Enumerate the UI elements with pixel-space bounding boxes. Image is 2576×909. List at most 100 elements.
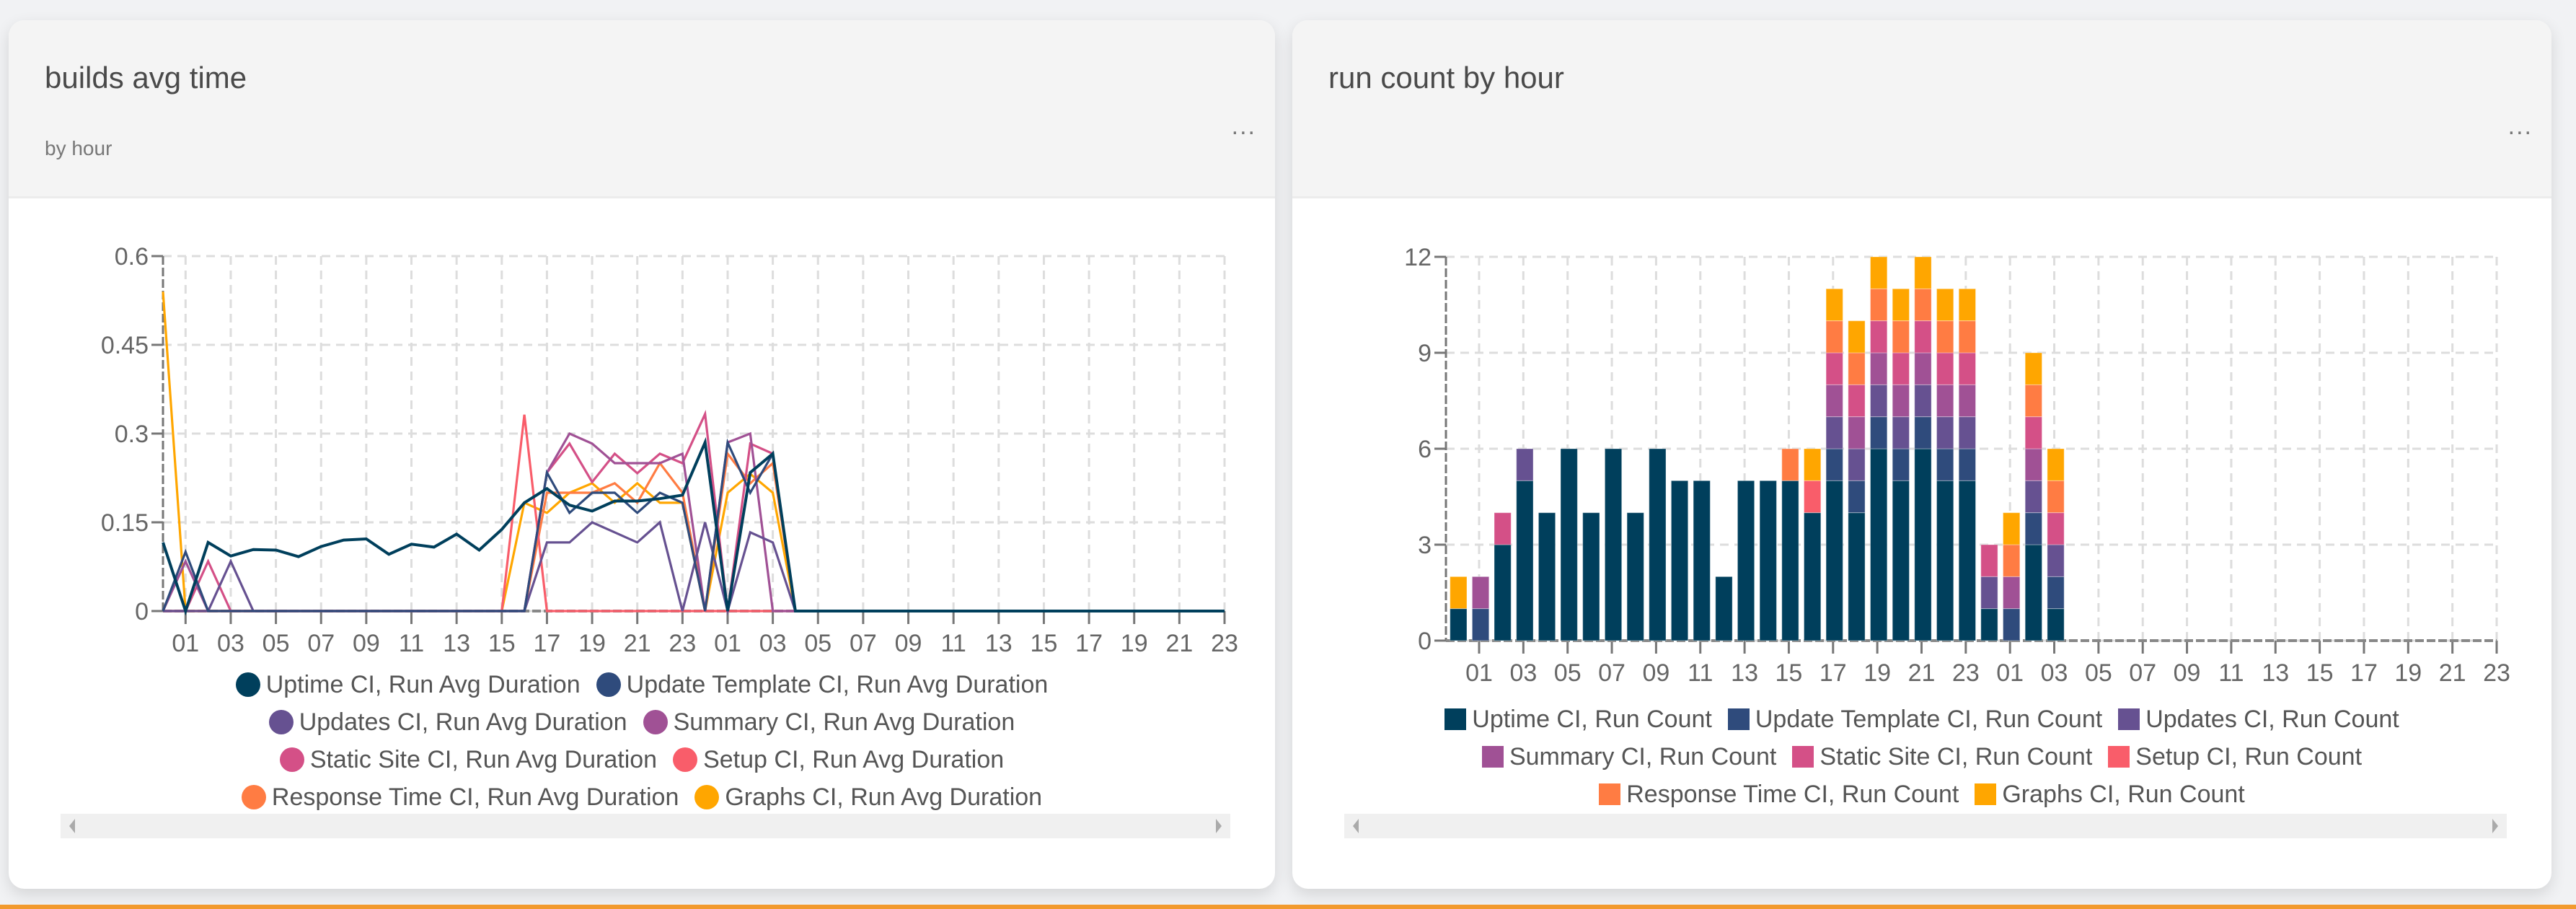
legend-row: Static Site CI, Run Avg Duration Setup CI… — [9, 741, 1275, 778]
x-tick-label: 21 — [1908, 659, 1936, 687]
bar-segment — [1582, 512, 1600, 641]
bar-segment — [1516, 480, 1534, 641]
bar-segment — [1781, 480, 1799, 641]
bar-segment — [1848, 384, 1866, 418]
line-chart-legend: Uptime CI, Run Avg Duration Update Templa… — [9, 666, 1275, 816]
y-tick-label: 12 — [1404, 244, 1432, 271]
scroll-right-arrow-icon[interactable] — [1216, 819, 1222, 833]
bar-segment — [1980, 544, 1998, 577]
bar-segment — [1936, 480, 1954, 641]
legend-item[interactable]: Static Site CI, Run Count — [1792, 743, 2092, 771]
y-tick-label: 9 — [1418, 340, 1432, 367]
scroll-left-arrow-icon[interactable] — [69, 819, 75, 833]
x-tick-label: 11 — [2218, 659, 2244, 687]
legend-square-icon — [1975, 783, 1997, 805]
legend-label: Uptime CI, Run Count — [1472, 705, 1712, 733]
legend-circle-icon — [241, 785, 266, 809]
series-line — [163, 414, 1225, 612]
legend-circle-icon — [673, 747, 698, 772]
legend-item[interactable]: Summary CI, Run Count — [1481, 742, 1777, 771]
x-tick-label: 09 — [2174, 659, 2201, 687]
legend-item[interactable]: Setup CI, Run Avg Duration — [673, 746, 1004, 774]
legend-label: Setup CI, Run Count — [2135, 742, 2363, 770]
legend-item[interactable]: Updates CI, Run Avg Duration — [268, 708, 627, 737]
legend-item[interactable]: Uptime CI, Run Count — [1444, 706, 1712, 734]
legend-row: Response Time CI, Run Avg Duration Graphs… — [9, 778, 1275, 816]
legend-item[interactable]: Uptime CI, Run Avg Duration — [235, 671, 581, 699]
bar-segment — [2024, 544, 2043, 641]
legend-label: Response Time CI, Run Count — [1626, 780, 1959, 808]
legend-item[interactable]: Response Time CI, Run Count — [1599, 781, 1959, 809]
legend-square-icon — [1599, 783, 1621, 805]
legend-label: Updates CI, Run Count — [2145, 705, 2399, 733]
x-tick-label: 11 — [1688, 659, 1713, 687]
bar-segment — [2024, 352, 2043, 385]
x-tick-label: 23 — [1211, 630, 1238, 657]
horizontal-scrollbar[interactable] — [61, 814, 1230, 838]
legend-label: Update Template CI, Run Count — [1755, 705, 2103, 733]
x-tick-label: 09 — [1642, 659, 1669, 687]
x-tick-label: 11 — [941, 630, 966, 657]
bar-segment — [2003, 608, 2021, 641]
legend-item[interactable]: Updates CI, Run Count — [2118, 706, 2399, 734]
x-tick-label: 19 — [1121, 630, 1148, 657]
scroll-right-arrow-icon[interactable] — [2492, 819, 2498, 833]
legend-label: Response Time CI, Run Avg Duration — [271, 783, 679, 811]
x-tick-label: 05 — [2085, 659, 2112, 687]
x-tick-label: 09 — [353, 630, 380, 657]
bar-segment — [1804, 448, 1822, 481]
x-tick-label: 13 — [1731, 659, 1758, 687]
bar-segment — [1649, 448, 1667, 641]
run-count-by-hour-card: run count by hour ... 0 3 6 9 12 01 03 05 07 09 11… — [1292, 20, 2551, 889]
bar-segment — [1494, 544, 1512, 641]
bar-segment — [1759, 480, 1777, 641]
legend-label: Graphs CI, Run Count — [2002, 780, 2245, 808]
x-tick-label: 05 — [1554, 659, 1582, 687]
x-tick-label: 13 — [985, 630, 1013, 657]
bar-segment — [1870, 352, 1888, 385]
legend-item[interactable]: Response Time CI, Run Avg Duration — [241, 783, 679, 812]
legend-circle-icon — [643, 710, 668, 734]
bar-segment — [1958, 352, 1977, 385]
x-tick-label: 11 — [399, 630, 424, 657]
legend-row: Updates CI, Run Avg Duration Summary CI, … — [9, 703, 1275, 741]
legend-square-icon — [2108, 746, 2130, 768]
bar-segment — [1980, 608, 1998, 641]
x-tick-label: 05 — [804, 630, 832, 657]
horizontal-scrollbar[interactable] — [1344, 814, 2507, 838]
x-tick-label: 03 — [217, 630, 244, 657]
x-tick-label: 21 — [2439, 659, 2466, 687]
bar-segment — [1848, 416, 1866, 449]
y-tick-label: 0.45 — [101, 332, 149, 359]
bar-segment — [2047, 608, 2065, 641]
x-tick-label: 03 — [1509, 659, 1537, 687]
legend-item[interactable]: Graphs CI, Run Avg Duration — [694, 783, 1042, 812]
legend-item[interactable]: Update Template CI, Run Avg Duration — [596, 671, 1048, 699]
legend-item[interactable]: Setup CI, Run Count — [2108, 743, 2362, 771]
y-tick-label: 0.3 — [115, 421, 149, 448]
scroll-left-arrow-icon[interactable] — [1353, 819, 1359, 833]
bar-segment — [1494, 512, 1512, 545]
bar-segment — [1914, 352, 1932, 385]
y-tick-label: 0 — [135, 598, 149, 625]
x-tick-label: 15 — [2306, 659, 2334, 687]
legend-label: Static Site CI, Run Count — [1819, 742, 2093, 770]
x-tick-label: 13 — [2262, 659, 2289, 687]
legend-item[interactable]: Summary CI, Run Avg Duration — [643, 708, 1015, 737]
x-tick-label: 21 — [624, 630, 651, 657]
legend-item[interactable]: Graphs CI, Run Count — [1975, 780, 2245, 809]
legend-item[interactable]: Static Site CI, Run Avg Duration — [279, 746, 657, 774]
bar-segment — [1737, 480, 1755, 641]
legend-label: Summary CI, Run Count — [1509, 742, 1777, 770]
y-tick-label: 0.6 — [115, 243, 149, 271]
x-tick-label: 01 — [172, 630, 199, 657]
bar-segment — [1560, 448, 1578, 641]
bar-segment — [1825, 384, 1843, 418]
bar-segment — [2047, 544, 2065, 577]
legend-item[interactable]: Update Template CI, Run Count — [1727, 705, 2103, 734]
x-tick-label: 15 — [1776, 659, 1803, 687]
x-tick-label: 17 — [2350, 659, 2378, 687]
bar-segment — [1626, 512, 1644, 641]
bar-segment — [1870, 384, 1888, 418]
bar-segment — [1825, 480, 1843, 641]
